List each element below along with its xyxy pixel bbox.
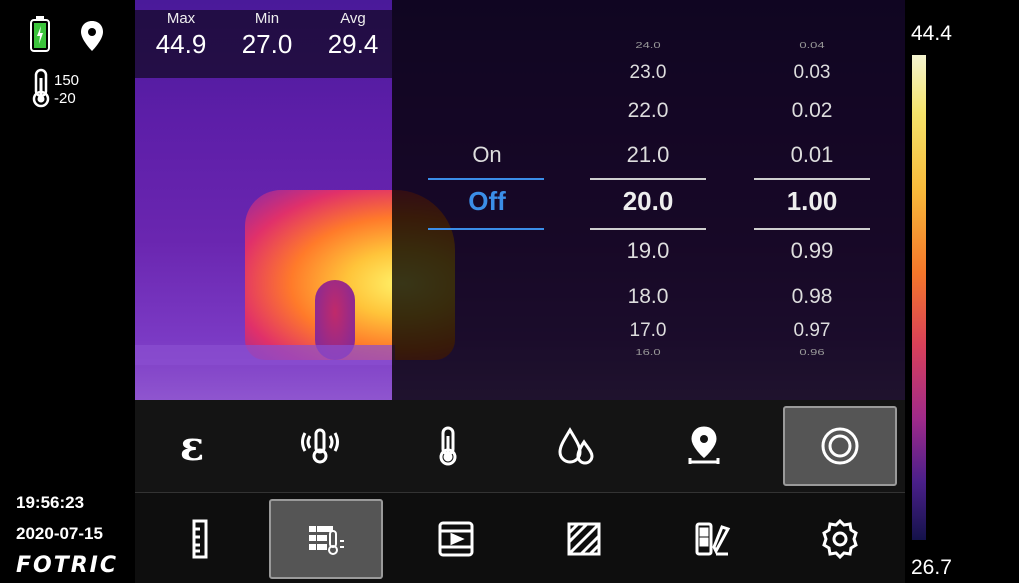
stat-max-label: Max [166,10,196,27]
lens-button[interactable] [783,406,897,486]
location-distance-icon [688,426,720,464]
temperature-selected[interactable]: 20.0 [588,186,708,217]
parameter-toolbar: ε [135,400,905,492]
temperature-option[interactable]: 16.0 [588,348,708,357]
temperature-option[interactable]: 21.0 [588,142,708,168]
battery-charging-icon [30,16,50,52]
temperature-selection-bottom-line [590,228,706,230]
stat-max-value: 44.9 [155,29,207,59]
temperature-option[interactable]: 23.0 [588,62,708,84]
scale-max-value: 44.4 [911,22,952,45]
ruler-icon [192,519,208,559]
parameters-button[interactable] [269,499,383,579]
reflected-temperature-button[interactable] [263,406,377,486]
measure-button[interactable] [143,499,257,579]
emissivity-option[interactable]: 0.03 [752,62,872,84]
emissivity-icon: ε [179,422,205,470]
temperature-stats: Max 44.9 Min 27.0 Avg 29.4 [135,10,392,78]
main-toolbar [135,492,905,583]
toggle-selection-top-line [428,178,544,180]
stat-avg: Avg 29.4 [313,10,393,60]
brand-logo: FOTRIC [16,553,119,578]
color-scale-bar[interactable] [912,55,926,540]
emissivity-option[interactable]: 0.99 [752,238,872,264]
distance-button[interactable] [647,406,761,486]
parameter-picker[interactable]: On Off 24.0 23.0 22.0 21.0 20.0 19.0 18.… [392,0,905,400]
stat-max: Max 44.9 [141,10,221,60]
temperature-option[interactable]: 24.0 [588,41,708,50]
range-high-label: 150 [54,72,80,89]
toggle-option-on[interactable]: On [427,142,547,168]
area-button[interactable] [527,499,641,579]
area-icon [567,522,601,556]
emissivity-selected[interactable]: 1.00 [752,186,872,217]
temperature-selection-top-line [590,178,706,180]
stat-min-label: Min [254,10,280,27]
status-column: 150 -20 19:56:23 2020-07-15 FOTRIC [0,0,135,583]
settings-gear-icon [822,518,858,560]
atmosphere-temperature-button[interactable] [391,406,505,486]
emissivity-selection-top-line [754,178,870,180]
emissivity-selection-bottom-line [754,228,870,230]
reflected-temperature-icon [301,428,339,464]
clock-date: 2020-07-15 [16,524,103,543]
palette-button[interactable] [655,499,769,579]
temperature-option[interactable]: 17.0 [588,320,708,342]
emissivity-option[interactable]: 0.96 [752,348,872,357]
emissivity-option[interactable]: 0.98 [752,285,872,309]
settings-button[interactable] [783,499,897,579]
emissivity-option[interactable]: 0.01 [752,142,872,168]
playback-button[interactable] [399,499,513,579]
emissivity-button[interactable]: ε [135,406,249,486]
emissivity-option[interactable]: 0.97 [752,320,872,342]
toggle-selection-bottom-line [428,228,544,230]
toggle-option-off[interactable]: Off [427,186,547,217]
emissivity-option[interactable]: 0.04 [752,41,872,50]
thermometer-icon [439,426,457,466]
scale-min-value: 26.7 [911,556,952,579]
temperature-option[interactable]: 22.0 [588,99,708,123]
palette-icon [695,522,731,556]
clock-time: 19:56:23 [16,493,85,512]
surface [135,345,395,365]
humidity-icon [558,427,594,465]
video-playback-icon [438,521,474,557]
stat-avg-label: Avg [340,10,366,27]
stat-avg-value: 29.4 [327,29,379,59]
lens-icon [821,427,859,465]
parameters-icon [309,526,344,555]
stat-min: Min 27.0 [227,10,307,60]
temperature-option[interactable]: 18.0 [588,285,708,309]
temperature-range-icon [32,68,50,108]
emissivity-option[interactable]: 0.02 [752,99,872,123]
stat-min-value: 27.0 [241,29,293,59]
temperature-option[interactable]: 19.0 [588,238,708,264]
location-pin-icon [81,21,103,51]
humidity-button[interactable] [519,406,633,486]
range-low-label: -20 [54,90,76,107]
color-scale: 44.4 26.7 [905,0,1019,583]
